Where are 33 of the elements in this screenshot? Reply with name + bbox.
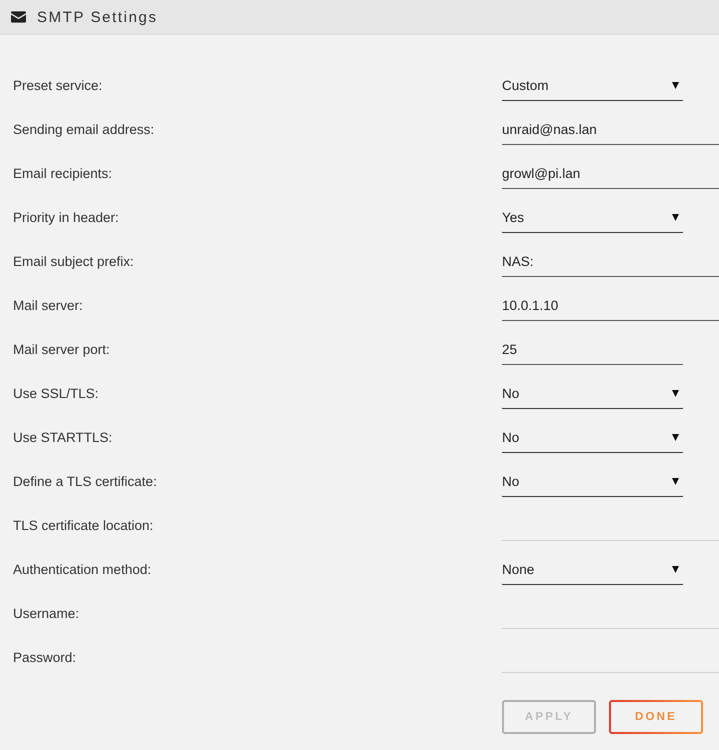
dropdown[interactable]: No	[502, 467, 683, 497]
field-label: Mail server port:	[12, 342, 111, 356]
field-label: Define a TLS certificate:	[12, 474, 158, 488]
caret-icon	[672, 214, 679, 221]
input-field[interactable]: NAS:	[502, 247, 719, 277]
field-label: Preset service:	[12, 78, 104, 92]
caret-icon	[672, 390, 679, 397]
field-label: Sending email address:	[12, 122, 156, 136]
dropdown[interactable]: Yes	[502, 203, 683, 233]
input-field[interactable]: 10.0.1.10	[502, 291, 719, 321]
dropdown[interactable]: None	[502, 555, 683, 585]
field-label: Mail server:	[12, 298, 84, 312]
header-title: SMTP Settings	[37, 8, 158, 26]
field-label: Password:	[12, 650, 78, 664]
caret-icon	[672, 82, 679, 89]
caret-icon	[672, 566, 679, 573]
field-label: Email subject prefix:	[12, 254, 135, 268]
input-field[interactable]: unraid@nas.lan	[502, 115, 719, 145]
dropdown[interactable]: Custom	[502, 71, 683, 101]
field-label: Use STARTTLS:	[12, 430, 114, 444]
input-field[interactable]: 25	[502, 335, 683, 365]
field-label: TLS certificate location:	[12, 518, 154, 532]
input-field[interactable]: growl@pi.lan	[502, 159, 719, 189]
field-label: Authentication method:	[12, 562, 152, 576]
dropdown[interactable]: No	[502, 423, 683, 453]
caret-icon	[672, 478, 679, 485]
field-label: Username:	[12, 606, 80, 620]
field-label: Use SSL/TLS:	[12, 386, 100, 400]
field-label: Email recipients:	[12, 166, 114, 180]
envelope-icon	[11, 10, 26, 22]
field-label: Priority in header:	[12, 210, 120, 224]
caret-icon	[672, 434, 679, 441]
dropdown[interactable]: No	[502, 379, 683, 409]
